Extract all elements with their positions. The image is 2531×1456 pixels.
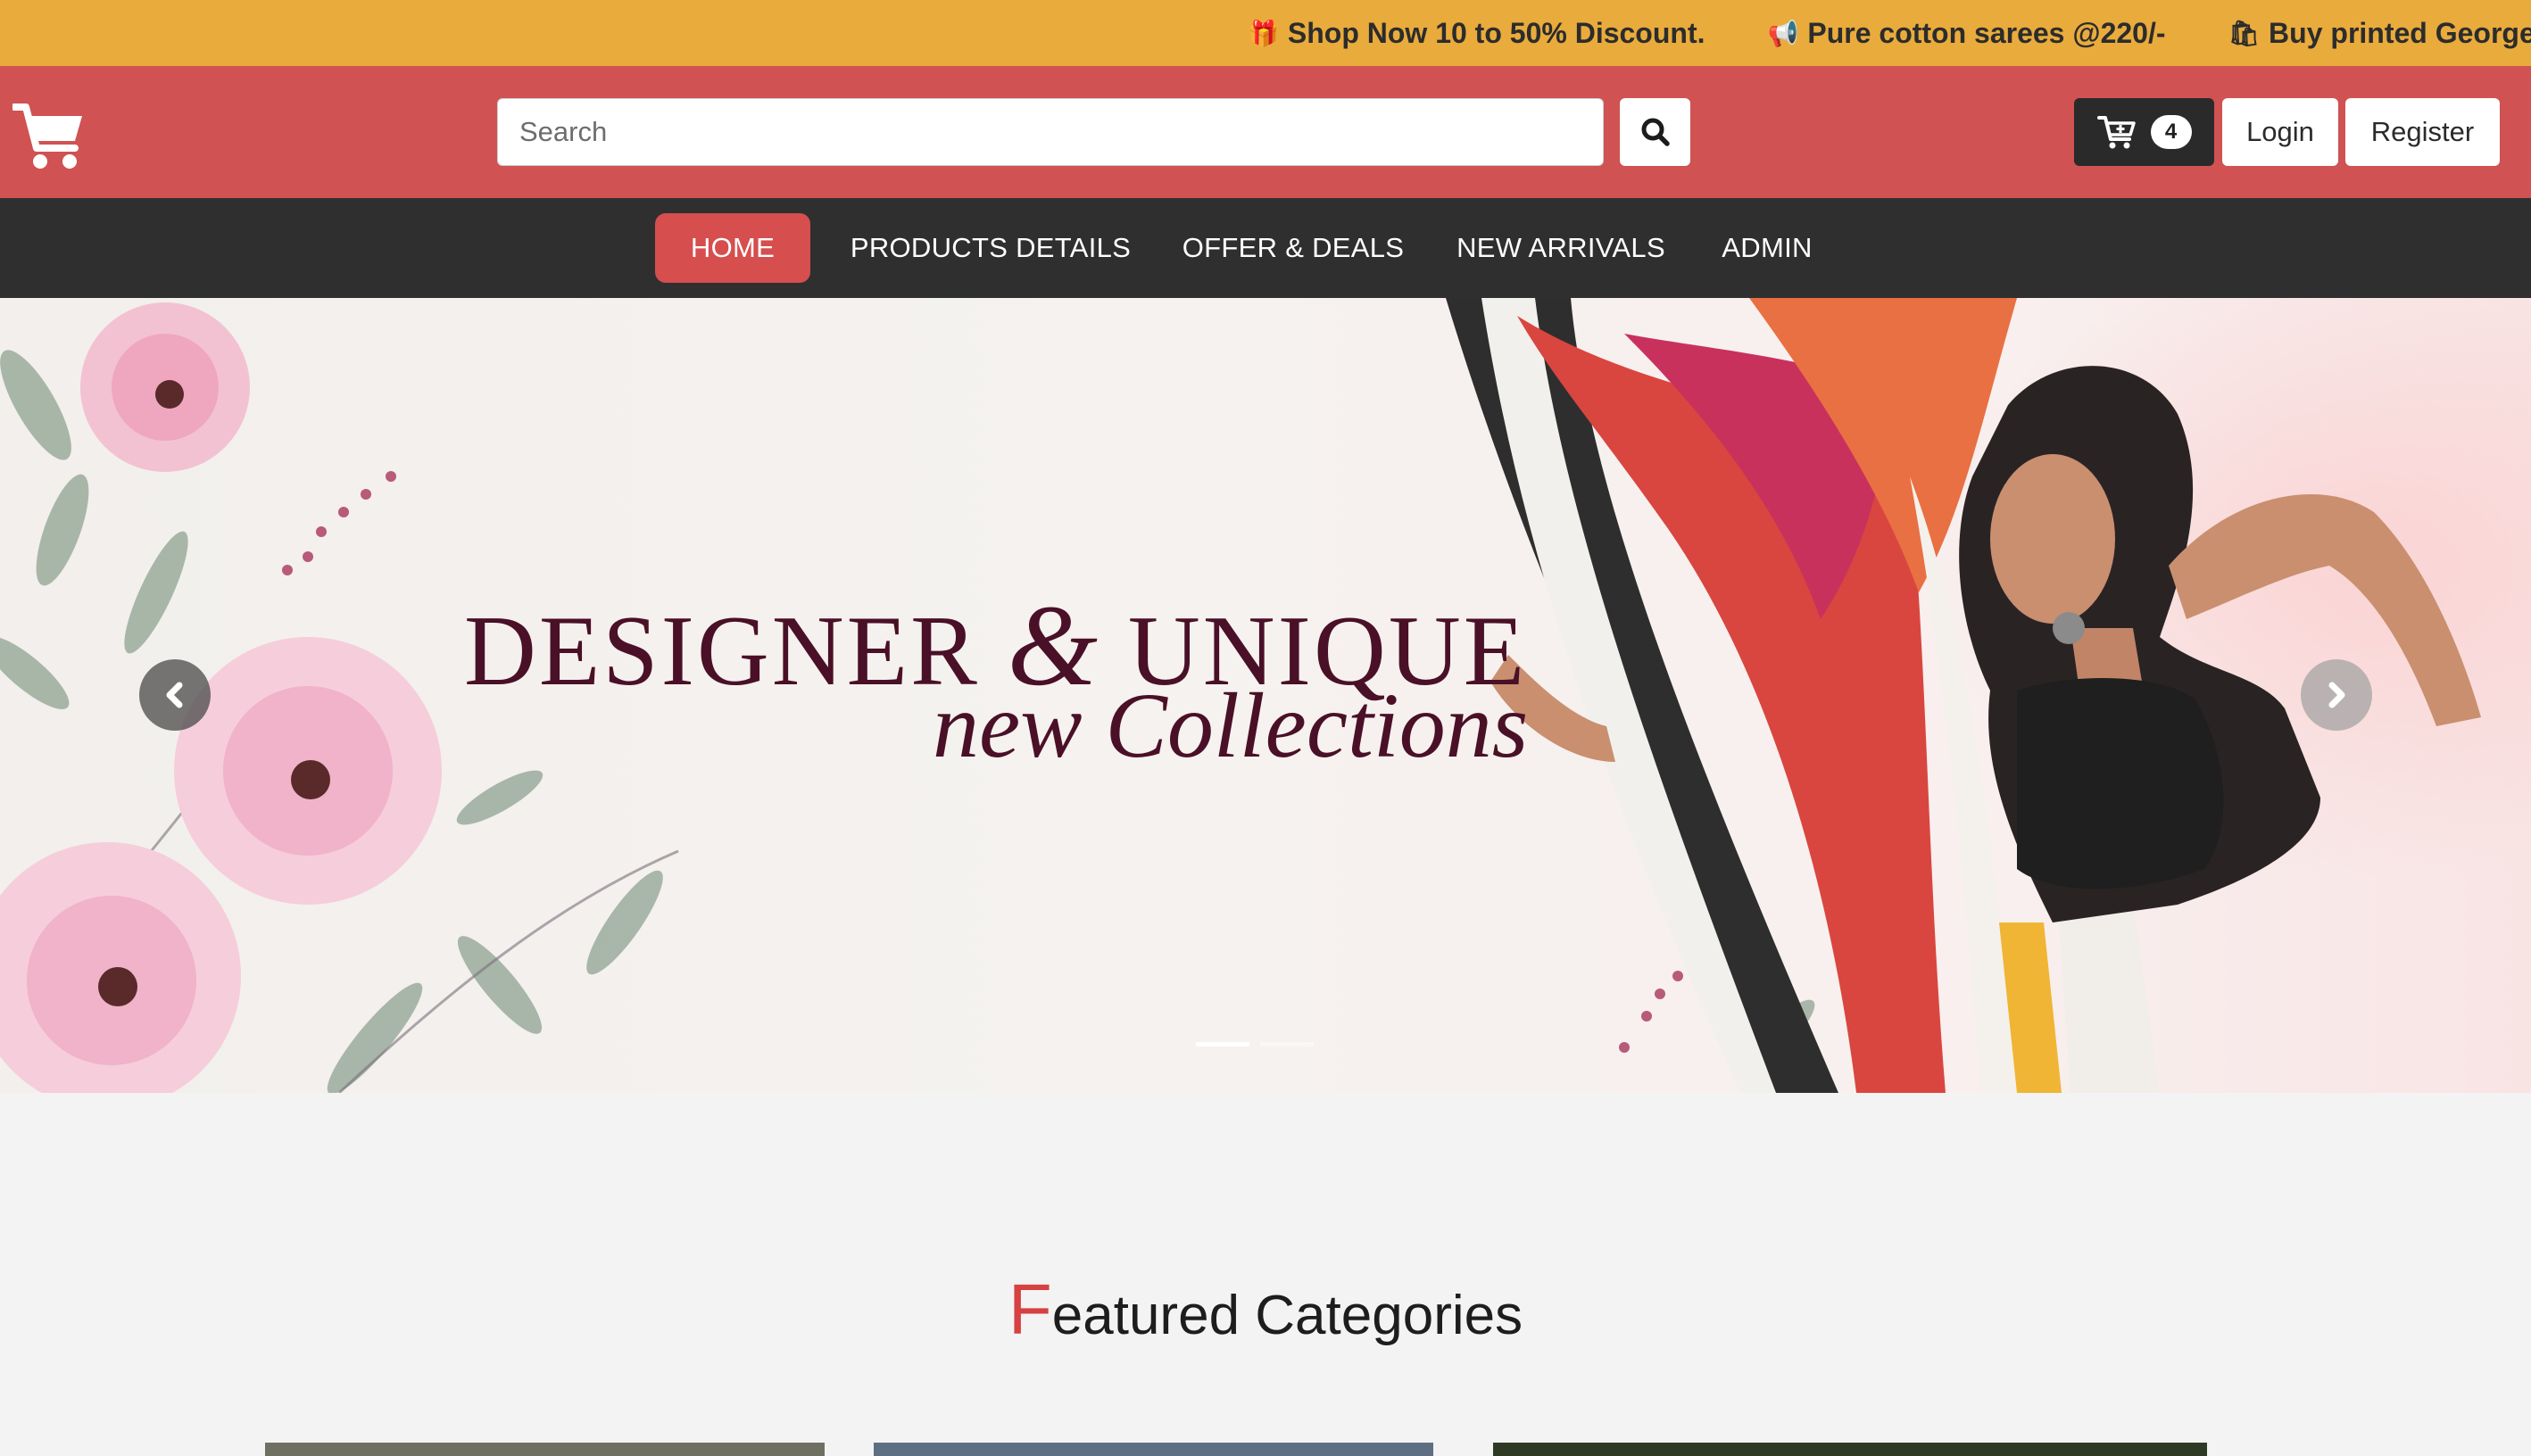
category-card[interactable] (874, 1443, 1433, 1456)
ticker-item-discount: 🎁 Shop Now 10 to 50% Discount. (1248, 17, 1705, 50)
shopping-cart-logo-icon[interactable] (12, 102, 86, 171)
megaphone-icon: 📢 (1767, 19, 1799, 47)
nav-item-admin[interactable]: ADMIN (1708, 213, 1826, 283)
pink-flower-decoration (174, 637, 442, 905)
cart-count-badge: 4 (2150, 115, 2192, 149)
pink-flower-decoration (80, 302, 250, 472)
nav-item-new-arrivals[interactable]: NEW ARRIVALS (1444, 213, 1678, 283)
carousel-indicators (1196, 1042, 1314, 1046)
nav-item-home[interactable]: HOME (655, 213, 810, 283)
category-card[interactable] (265, 1443, 825, 1456)
nav-item-offer-deals[interactable]: OFFER & DEALS (1176, 213, 1410, 283)
nav-item-products-details[interactable]: PRODUCTS DETAILS (839, 213, 1142, 283)
featured-heading-text: eatured Categories (1051, 1285, 1523, 1346)
chevron-left-icon (166, 682, 183, 708)
login-button[interactable]: Login (2222, 98, 2338, 166)
hero-subtitle: new Collections (933, 674, 1529, 777)
register-button[interactable]: Register (2345, 98, 2500, 166)
carousel-next-button[interactable] (2301, 659, 2372, 731)
gift-icon: 🎁 (1248, 19, 1279, 47)
featured-heading-initial: F (1008, 1270, 1052, 1349)
search-input[interactable] (497, 98, 1604, 166)
ticker-text: Shop Now 10 to 50% Discount. (1287, 16, 1705, 49)
search-button[interactable] (1620, 98, 1690, 166)
featured-categories-heading: Featured Categories (0, 1269, 2531, 1351)
ticker-track: 🎁 Shop Now 10 to 50% Discount. 📢 Pure co… (1248, 0, 2531, 66)
chevron-right-icon (2328, 682, 2345, 708)
hero-title-part1: DESIGNER (464, 596, 980, 707)
hero-carousel[interactable]: DESIGNER & UNIQUE new Collections (0, 298, 2531, 1093)
ticker-item-cotton-sarees: 📢 Pure cotton sarees @220/- (1767, 17, 2165, 50)
search-icon (1641, 118, 1670, 146)
site-header: 4 Login Register (0, 66, 2531, 198)
main-nav: HOME PRODUCTS DETAILS OFFER & DEALS NEW … (0, 198, 2531, 298)
ticker-text: Buy printed George (2269, 16, 2531, 49)
carousel-indicator-2[interactable] (1260, 1042, 1314, 1046)
carousel-prev-button[interactable] (139, 659, 211, 731)
ticker-text: Pure cotton sarees @220/- (1807, 16, 2166, 49)
cart-plus-icon (2096, 116, 2136, 149)
announcement-ticker: 🎁 Shop Now 10 to 50% Discount. 📢 Pure co… (0, 0, 2531, 66)
ticker-item-printed-george: 🛍 Buy printed George (2228, 17, 2531, 50)
category-card[interactable] (1493, 1443, 2207, 1456)
pink-flower-decoration (0, 842, 241, 1093)
cart-button[interactable]: 4 (2074, 98, 2214, 166)
shopping-bag-icon: 🛍 (2228, 19, 2261, 47)
carousel-indicator-1[interactable] (1196, 1042, 1249, 1046)
